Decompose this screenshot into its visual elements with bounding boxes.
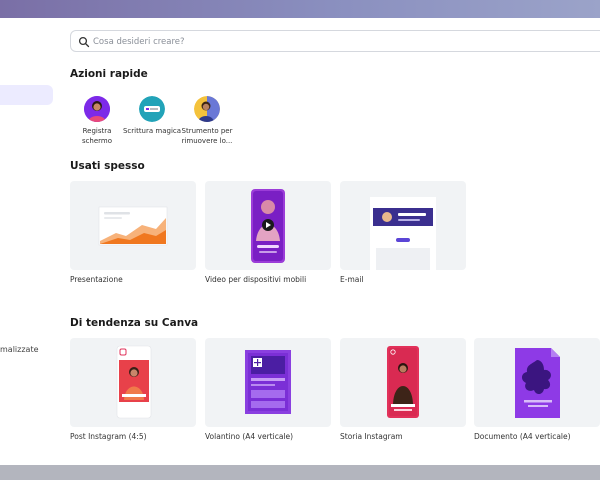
search-icon — [78, 36, 90, 48]
instagram-story-thumbnail — [387, 346, 419, 418]
template-card-label: Presentazione — [70, 275, 123, 284]
window-bottom-band — [0, 465, 600, 480]
template-card-email[interactable] — [340, 181, 466, 270]
section-title-frequent: Usati spesso — [70, 160, 145, 172]
email-thumbnail — [370, 197, 436, 270]
mobile-video-thumbnail — [251, 189, 285, 263]
person-avatar-icon — [84, 96, 110, 122]
template-card-label: Volantino (A4 verticale) — [205, 432, 294, 441]
template-card-presentation[interactable] — [70, 181, 196, 270]
quick-action-label: Scrittura magica — [122, 127, 182, 135]
quick-action-label: Registra — [82, 127, 112, 135]
template-card-label: Post Instagram (4:5) — [70, 432, 147, 441]
template-card-document[interactable] — [474, 338, 600, 427]
template-card-label: Video per dispositivi mobili — [205, 275, 307, 284]
sidebar-item-label[interactable]: malizzate — [0, 345, 39, 354]
section-title-trending: Di tendenza su Canva — [70, 317, 199, 329]
instagram-post-thumbnail — [116, 345, 152, 419]
quick-action-label: schermo — [81, 137, 113, 145]
quick-action-record-screen[interactable]: Registra schermo — [67, 96, 127, 146]
quick-action-label: Strumento per — [181, 127, 233, 135]
template-card-mobile-video[interactable] — [205, 181, 331, 270]
window-top-band — [0, 0, 600, 18]
background-remover-icon — [194, 96, 220, 122]
template-card-flyer[interactable] — [205, 338, 331, 427]
template-card-label: E-mail — [340, 275, 364, 284]
quick-action-magic-write[interactable]: Scrittura magica — [122, 96, 182, 136]
section-title-quick-actions: Azioni rapide — [70, 68, 148, 80]
flyer-thumbnail — [245, 350, 291, 414]
document-thumbnail — [515, 348, 560, 418]
search-bar[interactable] — [70, 30, 600, 52]
template-card-instagram-story[interactable] — [340, 338, 466, 427]
presentation-thumbnail — [98, 206, 168, 246]
main-panel: malizzate Azioni rapide Registra schermo — [0, 18, 600, 465]
search-input[interactable] — [93, 33, 493, 50]
magic-write-icon — [139, 96, 165, 122]
template-card-instagram-post[interactable] — [70, 338, 196, 427]
quick-action-label: rimuovere lo... — [181, 137, 233, 145]
quick-action-bg-remover[interactable]: Strumento per rimuovere lo... — [177, 96, 237, 146]
sidebar-item-active[interactable] — [0, 85, 53, 105]
template-card-label: Storia Instagram — [340, 432, 403, 441]
template-card-label: Documento (A4 verticale) — [474, 432, 571, 441]
